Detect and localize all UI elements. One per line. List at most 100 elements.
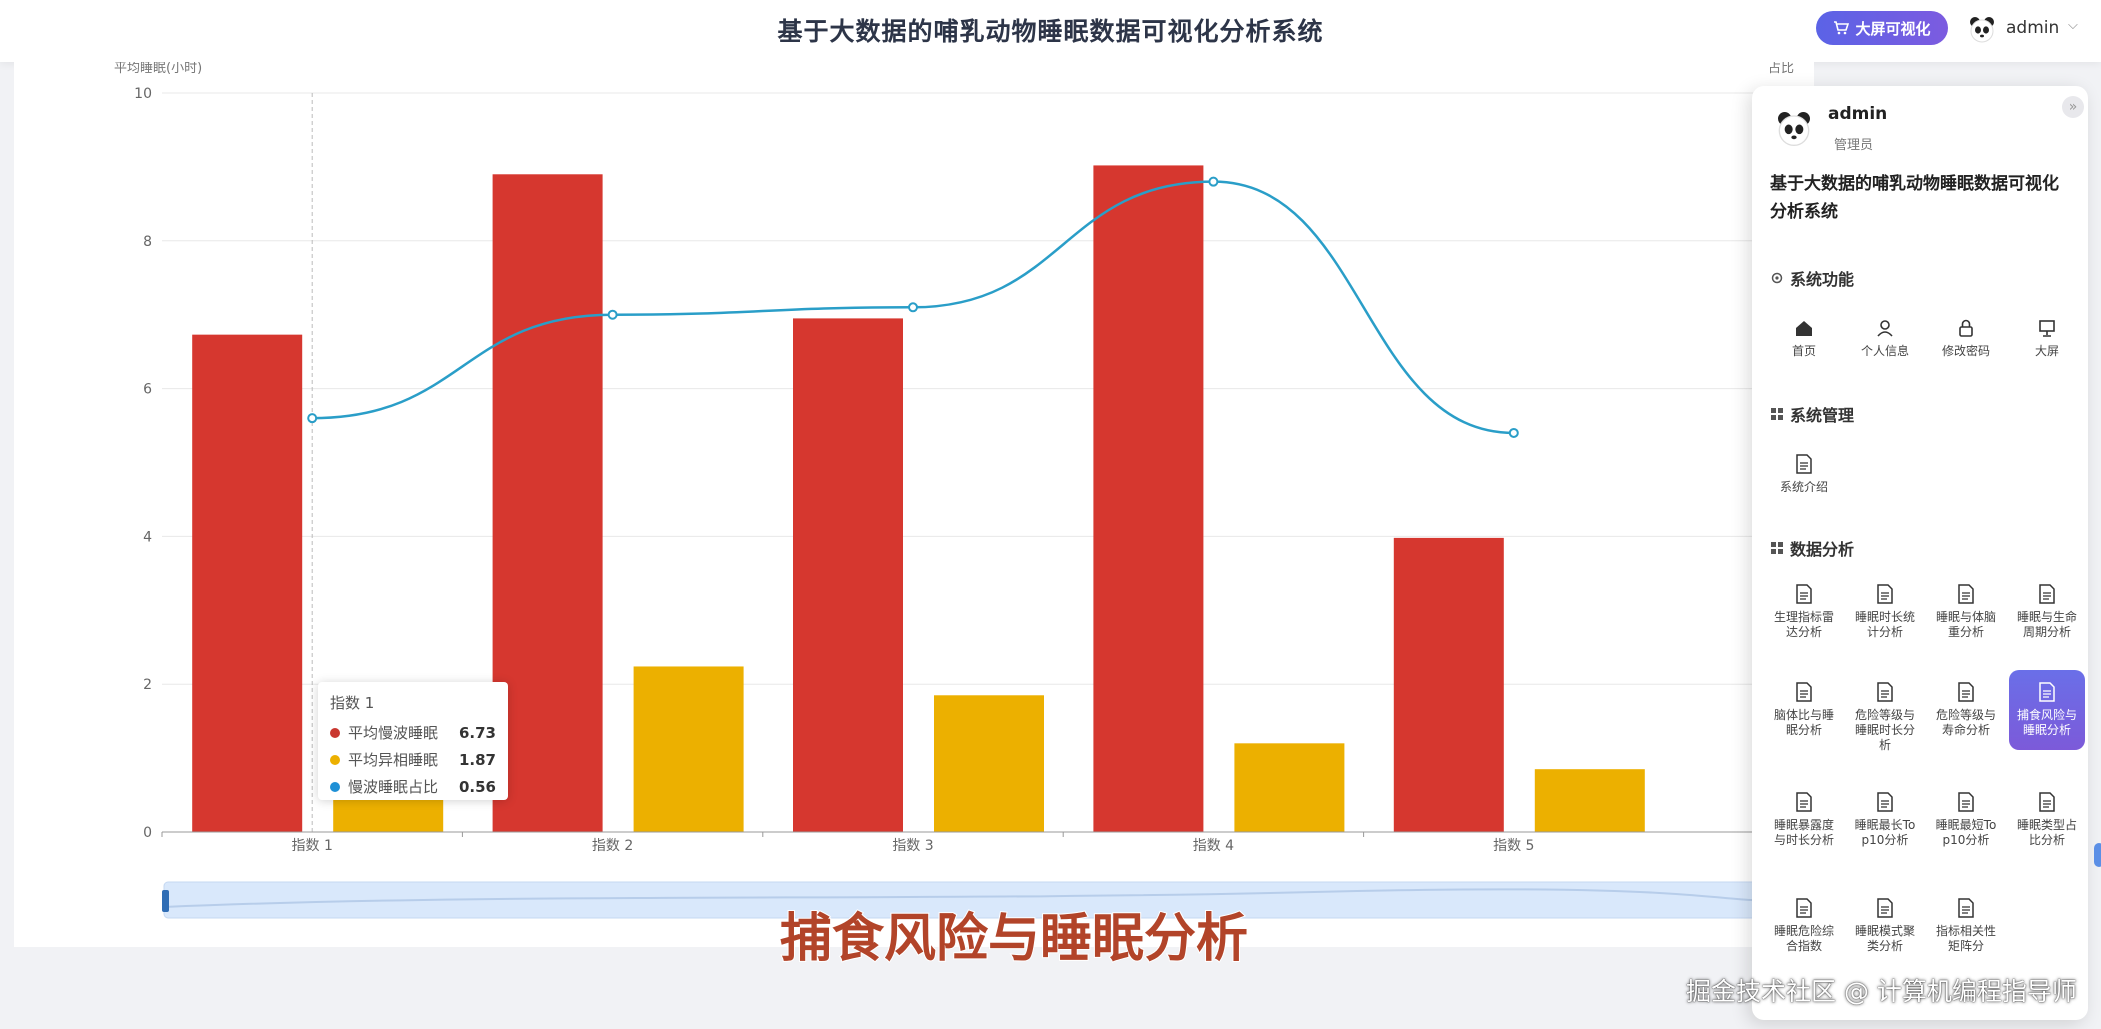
tooltip-title: 指数 1 — [330, 694, 375, 712]
y-tick-label: 0 — [143, 825, 152, 841]
nav-item-analysis[interactable]: 生理指标雷达分析 — [1766, 584, 1842, 640]
nav-item-label: 危险等级与睡眠时长分析 — [1854, 708, 1915, 752]
line-point — [607, 309, 618, 320]
document-icon — [1877, 898, 1893, 918]
document-icon — [1958, 792, 1974, 812]
y2-axis-title: 占比 — [1768, 62, 1794, 76]
nav-item-label: 睡眠模式聚类分析 — [1854, 924, 1915, 953]
nav-item-analysis[interactable]: 睡眠最长Top10分析 — [1847, 792, 1923, 848]
y-tick-label: 10 — [134, 86, 152, 102]
nav-item-analysis[interactable]: 危险等级与寿命分析 — [1928, 682, 2004, 738]
header-username[interactable]: admin — [2006, 18, 2059, 38]
section-label: 系统管理 — [1790, 406, 1855, 425]
bigscreen-button[interactable]: 大屏可视化 — [1816, 11, 1948, 45]
cart-icon — [1834, 21, 1850, 35]
nav-item-analysis[interactable]: 睡眠最短Top10分析 — [1928, 792, 2004, 848]
section-label: 系统功能 — [1790, 270, 1855, 289]
tooltip-series-name: 慢波睡眠占比 — [348, 778, 439, 796]
line-point — [1508, 427, 1519, 438]
nav-item-analysis[interactable]: 捕食风险与睡眠分析 — [2009, 670, 2085, 750]
nav-item-label: 脑体比与睡眠分析 — [1773, 708, 1834, 737]
nav-item-bigscreen[interactable]: 大屏 — [2009, 318, 2085, 359]
nav-item-label: 首页 — [1791, 344, 1816, 358]
line-point — [307, 413, 318, 424]
nav-item-analysis[interactable]: 睡眠模式聚类分析 — [1847, 898, 1923, 954]
nav-item-home[interactable]: 首页 — [1766, 318, 1842, 359]
section-label: 数据分析 — [1790, 540, 1855, 559]
x-tick-label: 指数 4 — [1193, 838, 1234, 854]
nav-item-profile[interactable]: 个人信息 — [1847, 318, 1923, 359]
zoom-slider-handle — [162, 890, 169, 912]
tooltip-dot — [330, 781, 340, 792]
nav-item-label: 睡眠时长统计分析 — [1854, 610, 1915, 639]
chart-card: 0 2 4 6 8 10 平均睡眠(小时) 占比 指数 1 指数 2 指数 3 指数 4 指数 5 — [14, 62, 1814, 947]
nav-item-analysis[interactable]: 睡眠类型占比分析 — [2009, 792, 2085, 848]
nav-item-analysis[interactable]: 睡眠危险综合指数 — [1766, 898, 1842, 954]
top-header: 基于大数据的哺乳动物睡眠数据可视化分析系统 大屏可视化 admin ⌵ — [0, 0, 2101, 62]
nav-item-label: 睡眠与体脑重分析 — [1935, 610, 1996, 639]
nav-item-label: 大屏 — [2034, 344, 2059, 358]
scroll-handle[interactable] — [2094, 843, 2101, 867]
panda-icon — [1778, 112, 1810, 146]
line-point — [908, 302, 918, 313]
nav-item-analysis[interactable]: 睡眠与生命周期分析 — [2009, 584, 2085, 640]
document-icon — [1796, 454, 1812, 474]
nav-item-analysis[interactable]: 危险等级与睡眠时长分析 — [1847, 682, 1923, 753]
nav-item-label: 危险等级与寿命分析 — [1935, 708, 1996, 737]
section-system-function: 系统功能 — [1770, 266, 1854, 290]
document-icon — [1958, 898, 1974, 918]
x-tick-label: 指数 2 — [592, 838, 633, 854]
nav-item-label: 睡眠类型占比分析 — [2016, 818, 2077, 847]
gear-icon — [1771, 272, 1783, 284]
tooltip-series-value: 0.56 — [458, 777, 496, 796]
document-icon — [2039, 682, 2055, 702]
tooltip-series-name: 平均慢波睡眠 — [348, 724, 439, 742]
close-icon[interactable]: » — [2062, 96, 2084, 118]
panel-role: 管理员 — [1834, 138, 1874, 153]
y-tick-label: 8 — [143, 234, 152, 250]
bar-slow-wave — [793, 318, 903, 832]
nav-item-label: 捕食风险与睡眠分析 — [2016, 708, 2077, 737]
tooltip-row: 平均异相睡眠 1.87 — [330, 746, 496, 773]
nav-item-change-password[interactable]: 修改密码 — [1928, 318, 2004, 359]
bar-paradoxical — [633, 666, 744, 832]
y-tick-label: 4 — [143, 529, 152, 545]
nav-item-label: 生理指标雷达分析 — [1773, 610, 1834, 639]
bar-slow-wave — [492, 174, 603, 832]
nav-item-label: 系统介绍 — [1779, 480, 1828, 494]
bigscreen-label: 大屏可视化 — [1855, 19, 1931, 38]
avatar[interactable] — [1966, 13, 1998, 45]
document-icon — [1877, 792, 1893, 812]
bar-slow-wave — [1393, 537, 1504, 832]
nav-item-analysis[interactable]: 睡眠时长统计分析 — [1847, 584, 1923, 640]
tooltip-series-value: 1.87 — [458, 750, 496, 769]
chart-tooltip: 指数 1 平均慢波睡眠 6.73 平均异相睡眠 1.87 慢波睡眠占比 0.56 — [318, 682, 508, 800]
x-tick-label: 指数 5 — [1493, 838, 1534, 854]
nav-item-system-intro[interactable]: 系统介绍 — [1766, 454, 1842, 495]
tooltip-row: 慢波睡眠占比 0.56 — [330, 773, 496, 800]
document-icon — [2039, 792, 2055, 812]
panel-username: admin — [1828, 104, 1888, 124]
document-icon — [1877, 584, 1893, 604]
section-system-management: 系统管理 — [1770, 402, 1854, 426]
document-icon — [1958, 584, 1974, 604]
panda-icon — [1970, 17, 1994, 43]
watermark: 掘金技术社区 @ 计算机编程指导师 — [1686, 977, 2077, 1006]
panel-avatar — [1774, 108, 1814, 148]
y-tick-label: 6 — [143, 382, 152, 398]
nav-item-analysis[interactable]: 指标相关性矩阵分 — [1928, 898, 2004, 954]
chevron-down-icon[interactable]: ⌵ — [2068, 18, 2078, 33]
lock-icon — [1959, 319, 1973, 337]
nav-item-analysis[interactable]: 睡眠与体脑重分析 — [1928, 584, 2004, 640]
nav-item-label: 修改密码 — [1941, 344, 1990, 358]
x-tick-label: 指数 1 — [292, 838, 333, 854]
nav-item-analysis[interactable]: 脑体比与睡眠分析 — [1766, 682, 1842, 738]
panel-system-name: 基于大数据的哺乳动物睡眠数据可视化分析系统 — [1770, 174, 2059, 222]
document-icon — [1796, 584, 1812, 604]
bar-paradoxical — [934, 695, 1044, 832]
document-icon — [1877, 682, 1893, 702]
section-data-analysis: 数据分析 — [1770, 536, 1854, 560]
nav-item-analysis[interactable]: 睡眠暴露度与时长分析 — [1766, 792, 1842, 848]
user-icon — [1877, 320, 1893, 337]
side-menu-panel: » admin 管理员 基于大数据的哺乳动物睡眠数据可视化分析系统 系统功能 首… — [1752, 86, 2088, 1020]
